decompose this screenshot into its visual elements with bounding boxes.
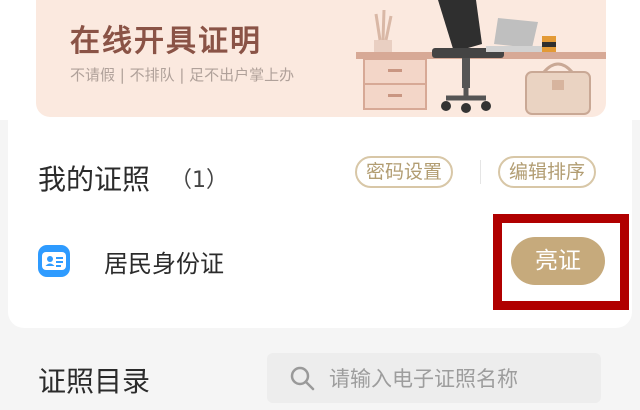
- id-card-label[interactable]: 居民身份证: [104, 244, 224, 279]
- promo-banner[interactable]: 在线开具证明 不请假 | 不排队 | 足不出户掌上办: [36, 0, 606, 117]
- office-desk-illustration: [356, 0, 606, 115]
- search-input[interactable]: [327, 353, 591, 405]
- catalog-title: 证照目录: [38, 365, 151, 398]
- edit-sort-button[interactable]: 编辑排序: [498, 156, 597, 188]
- id-card-icon: [38, 245, 70, 277]
- search-box[interactable]: [267, 353, 601, 405]
- divider: [480, 160, 481, 184]
- license-count: （1）: [170, 168, 228, 193]
- show-license-button[interactable]: 亮证: [511, 237, 605, 285]
- banner-title: 在线开具证明: [70, 24, 262, 59]
- password-settings-button[interactable]: 密码设置: [355, 156, 454, 188]
- banner-subtitle: 不请假 | 不排队 | 足不出户掌上办: [70, 66, 295, 84]
- my-licenses-card: 我的证照 （1） 密码设置 编辑排序 居民身份证 亮证: [8, 120, 632, 328]
- my-licenses-title: 我的证照: [38, 163, 151, 196]
- search-icon: [290, 366, 315, 391]
